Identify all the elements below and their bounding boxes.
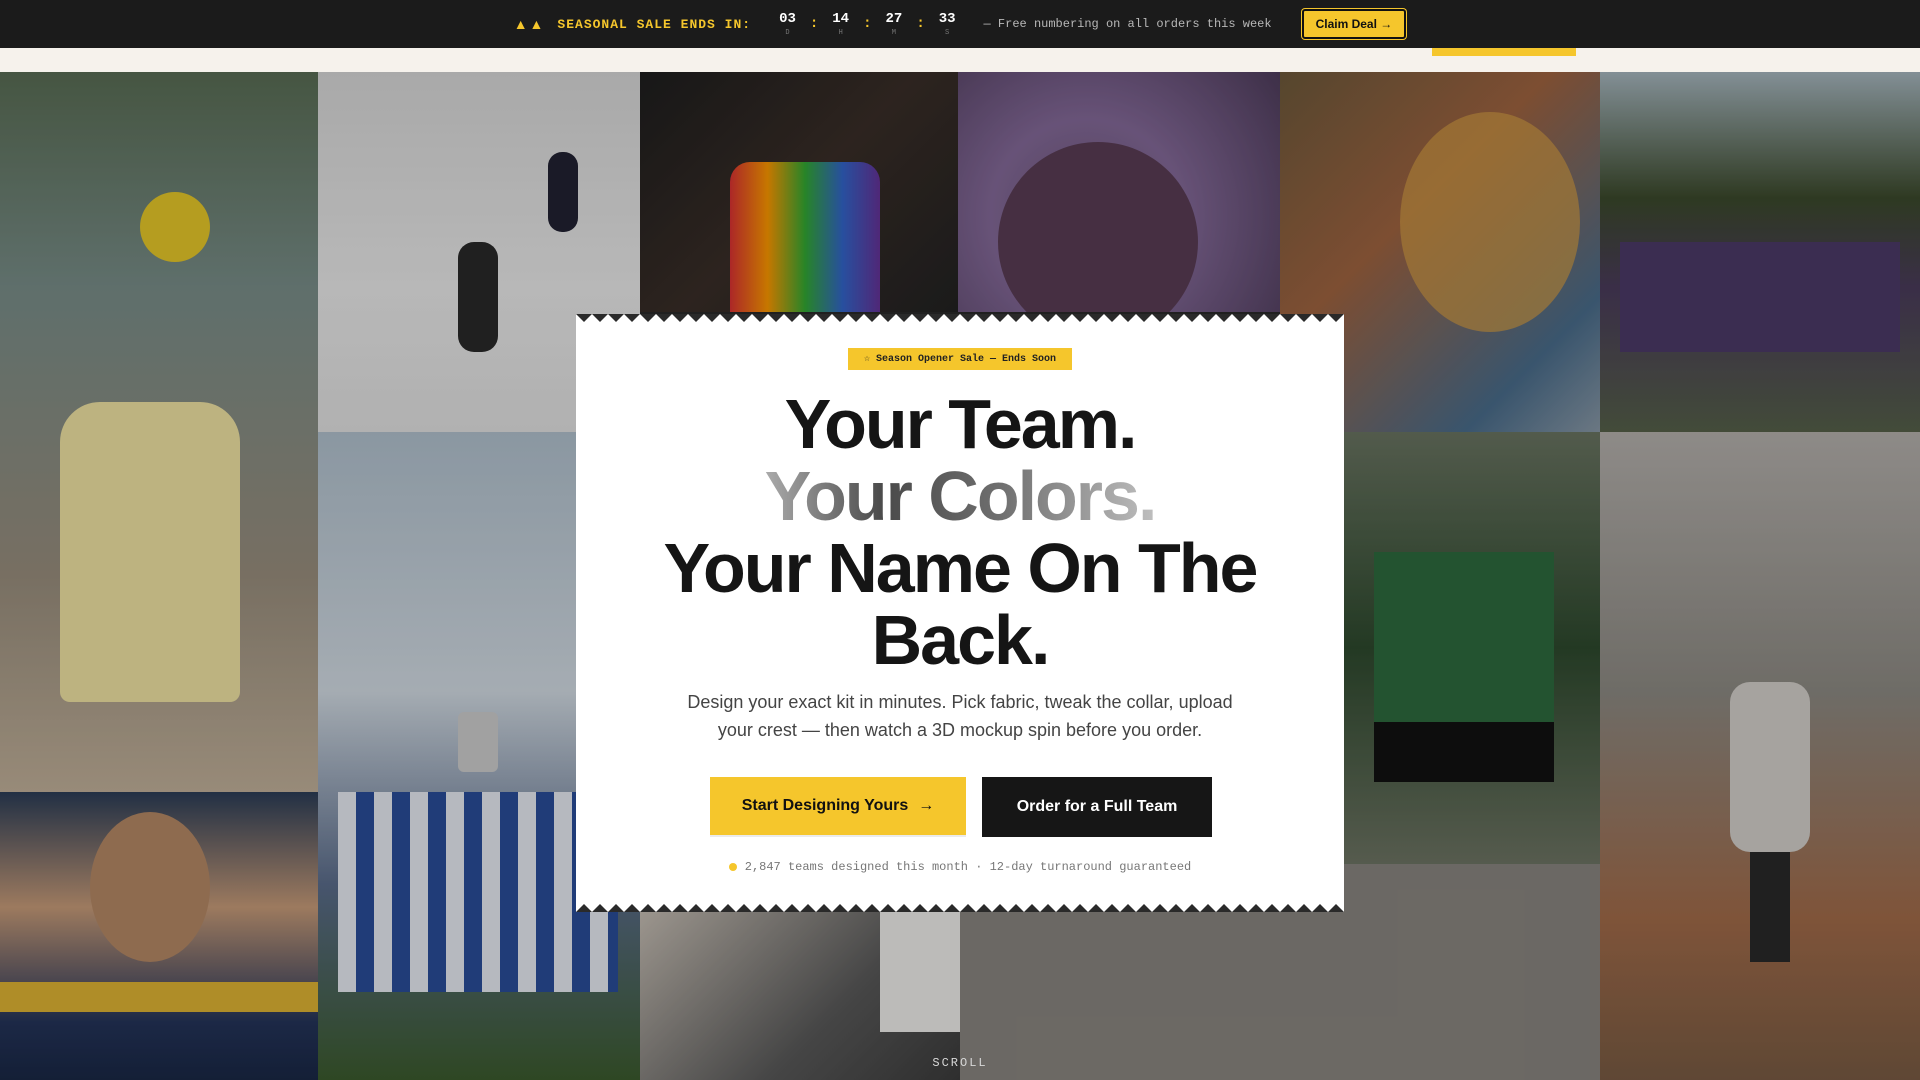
headline-line-3: Your Name On The (663, 529, 1259, 607)
countdown-separator: : (863, 16, 872, 32)
status-dot-icon (728, 863, 737, 871)
start-designing-button[interactable]: Start Designing Yours → (710, 777, 966, 835)
countdown-minutes: 27 M (886, 11, 903, 37)
photo-soccer-player (0, 792, 318, 1080)
headline-line-1: Your Team. (784, 385, 1138, 463)
countdown-minutes-label: M (891, 29, 896, 37)
hero-subtitle: Design your exact kit in minutes. Pick f… (687, 692, 1233, 740)
countdown-separator: : (809, 16, 819, 32)
zigzag-border-bottom (576, 902, 1344, 912)
countdown-seconds-label: S (945, 29, 950, 37)
photo-football-practice (1600, 72, 1920, 432)
order-full-team-button[interactable]: Order for a Full Team (982, 777, 1212, 837)
start-designing-label: Start Designing Yours (741, 797, 909, 814)
claim-deal-button[interactable]: Claim Deal → (1301, 9, 1407, 39)
photo-beach-volleyball (0, 72, 318, 792)
scroll-hint[interactable]: SCROLL (0, 1056, 1920, 1070)
countdown-days-value: 03 (779, 11, 796, 27)
headline-line-4: Back. (871, 601, 1051, 679)
countdown-hours-label: H (838, 29, 843, 37)
sale-badge: ☆ Season Opener Sale — Ends Soon (848, 348, 1072, 370)
arrow-right-icon: → (918, 797, 935, 814)
cta-row: Start Designing Yours → Order for a Full… (710, 777, 1212, 837)
photo-jersey-unboxing (640, 912, 960, 1080)
promo-bar: ▲▲ SEASONAL SALE ENDS IN: 03 D : 14 H : … (0, 0, 1920, 48)
social-proof: 2,847 teams designed this month · 12-day… (576, 860, 1344, 874)
countdown-separator: : (916, 16, 925, 32)
photo-volleyball-team (1344, 432, 1600, 864)
headline-line-2: Your Colors. (576, 460, 1344, 532)
hero-headline: Your Team. Your Colors. Your Name On The… (576, 388, 1344, 676)
photo-softball-player (1600, 432, 1920, 1080)
zigzag-border-top (576, 314, 1344, 324)
promo-note: — Free numbering on all orders this week (983, 17, 1272, 31)
countdown-timer: 03 D : 14 H : 27 M : 33 S (779, 11, 955, 37)
nav-accent-button[interactable] (1432, 48, 1576, 56)
hero-card: ☆ Season Opener Sale — Ends Soon Your Te… (576, 314, 1344, 912)
photo-team-celebration (640, 72, 958, 312)
countdown-hours-value: 14 (832, 11, 850, 27)
countdown-seconds-value: 33 (938, 11, 956, 27)
countdown-hours: 14 H (832, 11, 849, 37)
countdown-days-label: D (785, 29, 790, 37)
countdown-seconds: 33 S (939, 11, 956, 37)
nav-strip (0, 48, 1920, 72)
promo-title: SEASONAL SALE ENDS IN: (557, 16, 752, 32)
countdown-minutes-value: 27 (885, 11, 903, 27)
social-proof-text: 2,847 teams designed this month · 12-day… (744, 860, 1192, 874)
countdown-days: 03 D (779, 11, 796, 37)
warning-triangle-icon: ▲▲ (513, 16, 546, 32)
photo-athlete-portrait (958, 72, 1280, 312)
